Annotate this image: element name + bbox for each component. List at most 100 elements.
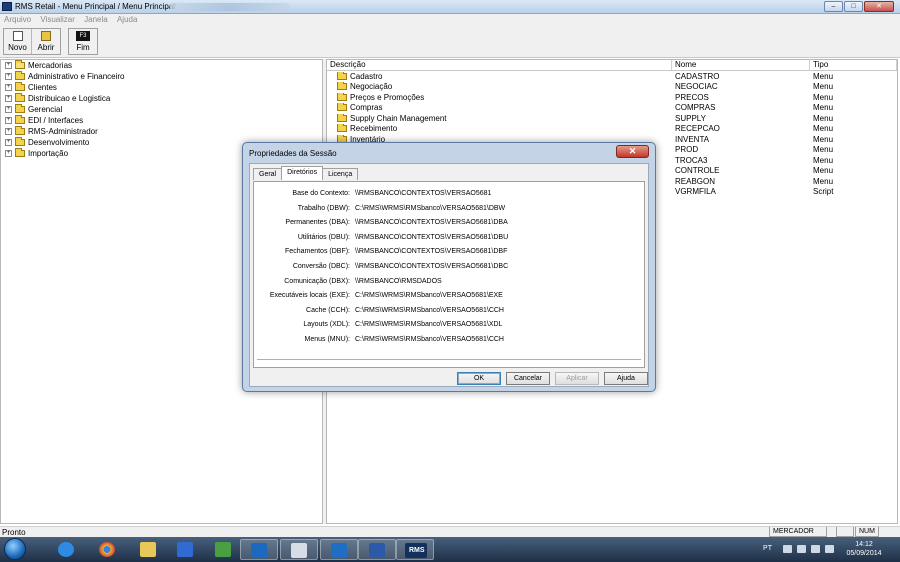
volume-icon[interactable] <box>825 545 834 553</box>
tab-geral[interactable]: Geral <box>253 168 283 180</box>
folder-icon <box>15 126 25 135</box>
directory-row: Executáveis locais (EXE): C:\RMS\WRMS\RMS… <box>254 292 646 302</box>
language-indicator[interactable]: PT <box>763 545 772 552</box>
taskbar-rms[interactable]: RMS <box>396 539 434 560</box>
directory-row: Comunicação (DBX): \\RMSBANCO\RMSDADOS <box>254 278 646 288</box>
dialog-close-button[interactable]: ✕ <box>616 145 649 158</box>
list-item[interactable]: Preços e Promoções PRECOS Menu <box>327 92 897 103</box>
folder-icon <box>15 93 25 102</box>
apply-button[interactable]: Aplicar <box>555 372 599 385</box>
help-button[interactable]: Ajuda <box>604 372 648 385</box>
directory-path: \\RMSBANCO\CONTEXTOS\VERSAO5681 <box>355 190 492 197</box>
folder-icon <box>337 71 347 80</box>
tray-arrow-icon[interactable] <box>783 545 792 553</box>
tree-item-label: Distribuicao e Logistica <box>28 94 111 103</box>
dialog-title: Propriedades da Sessão <box>249 149 337 158</box>
taskbar-lync[interactable] <box>240 539 278 560</box>
panel-divider <box>257 359 641 360</box>
expand-icon[interactable]: + <box>5 73 12 80</box>
file-button-group: Novo Abrir <box>3 28 61 55</box>
menu-ajuda[interactable]: Ajuda <box>113 14 140 24</box>
expand-icon[interactable]: + <box>5 117 12 124</box>
expand-icon[interactable]: + <box>5 128 12 135</box>
end-button-group: F3 Fim <box>68 28 98 55</box>
directory-label: Menus (MNU): <box>304 336 350 343</box>
directory-label: Conversão (DBC): <box>292 263 350 270</box>
close-button[interactable]: ✕ <box>864 1 894 12</box>
tree-item-administrativo[interactable]: + Administrativo e Financeiro <box>1 71 322 82</box>
folder-icon <box>337 124 347 133</box>
cancel-button[interactable]: Cancelar <box>506 372 550 385</box>
new-button[interactable]: Novo <box>4 29 32 54</box>
taskbar-word[interactable] <box>358 539 396 560</box>
minimize-button[interactable]: – <box>824 1 843 12</box>
list-item[interactable]: Negociação NEGOCIAC Menu <box>327 82 897 93</box>
outlook-icon <box>331 543 347 558</box>
directory-row: Utilitários (DBU): \\RMSBANCO\CONTEXTOS\V… <box>254 234 646 244</box>
network-icon[interactable] <box>811 545 820 553</box>
people-icon <box>291 543 307 558</box>
menu-visualizar[interactable]: Visualizar <box>36 14 78 24</box>
list-item-description-text: Compras <box>350 103 383 113</box>
directory-label: Executáveis locais (EXE): <box>269 292 350 300</box>
column-header-nome[interactable]: Nome <box>672 60 810 70</box>
tree-item-distribuicao[interactable]: + Distribuicao e Logistica <box>1 93 322 104</box>
list-item-name: RECEPCAO <box>675 124 720 134</box>
taskbar-file-explorer[interactable] <box>130 539 168 560</box>
open-button[interactable]: Abrir <box>32 29 60 54</box>
expand-icon[interactable]: + <box>5 84 12 91</box>
list-item-type: Menu <box>813 82 834 92</box>
clock-date: 05/09/2014 <box>846 550 882 557</box>
start-button[interactable] <box>4 538 26 560</box>
list-item[interactable]: Cadastro CADASTRO Menu <box>327 71 897 82</box>
list-item-description-text: Preços e Promoções <box>350 92 425 102</box>
status-empty <box>836 527 854 537</box>
tree-item-gerencial[interactable]: + Gerencial <box>1 104 322 115</box>
directory-path: C:\RMS\WRMS\RMSbanco\VERSAO5681\XDL <box>355 321 503 329</box>
folder-icon <box>337 103 347 112</box>
tab-licenca[interactable]: Licença <box>322 168 359 180</box>
list-item-type: Menu <box>813 92 834 102</box>
taskbar-app-people[interactable] <box>280 539 318 560</box>
tab-diretorios[interactable]: Diretórios <box>281 166 324 180</box>
folder-icon <box>15 115 25 124</box>
directory-label: Cache (CCH): <box>306 306 350 314</box>
menu-janela[interactable]: Janela <box>80 14 111 24</box>
expand-icon[interactable]: + <box>5 95 12 102</box>
list-item[interactable]: Supply Chain Management SUPPLY Menu <box>327 113 897 124</box>
list-item-name: CONTROLE <box>675 166 720 176</box>
ok-button[interactable]: OK <box>457 372 501 385</box>
taskbar-chrome[interactable] <box>89 539 127 560</box>
tree-item-edi[interactable]: + EDI / Interfaces <box>1 115 322 126</box>
list-item-description: Preços e Promoções <box>327 92 672 102</box>
folder-icon <box>140 542 156 557</box>
tree-item-label: Mercadorias <box>28 61 73 70</box>
list-item[interactable]: Recebimento RECEPCAO Menu <box>327 124 897 135</box>
list-item[interactable]: Compras COMPRAS Menu <box>327 103 897 114</box>
taskbar-app-green[interactable] <box>205 539 243 560</box>
list-item-type: Menu <box>813 124 834 134</box>
column-header-descricao[interactable]: Descrição <box>327 60 672 70</box>
expand-icon[interactable]: + <box>5 150 12 157</box>
tree-item-rms-administrador[interactable]: + RMS-Administrador <box>1 126 322 137</box>
maximize-button[interactable]: □ <box>844 1 863 12</box>
menu-arquivo[interactable]: Arquivo <box>0 14 34 24</box>
column-header-tipo[interactable]: Tipo <box>810 60 897 70</box>
taskbar-outlook[interactable] <box>320 539 358 560</box>
expand-icon[interactable]: + <box>5 62 12 69</box>
tree-item-label: Clientes <box>28 83 57 92</box>
end-button[interactable]: F3 Fim <box>69 29 97 54</box>
flag-icon[interactable] <box>797 545 806 553</box>
tree-item-clientes[interactable]: + Clientes <box>1 82 322 93</box>
tree-item-mercadorias[interactable]: + Mercadorias <box>1 60 322 71</box>
clock[interactable]: 14:12 05/09/2014 <box>842 540 886 558</box>
list-item-description: Recebimento <box>327 124 672 133</box>
taskbar-media-player[interactable] <box>167 539 205 560</box>
status-text: Pronto <box>2 528 26 537</box>
expand-icon[interactable]: + <box>5 106 12 113</box>
directory-path: C:\RMS\WRMS\RMSbanco\VERSAO5681\DBW <box>355 204 506 212</box>
lync-icon <box>251 543 267 558</box>
directory-label: Permanentes (DBA): <box>285 219 350 227</box>
expand-icon[interactable]: + <box>5 139 12 146</box>
taskbar-internet-explorer[interactable] <box>48 539 86 560</box>
